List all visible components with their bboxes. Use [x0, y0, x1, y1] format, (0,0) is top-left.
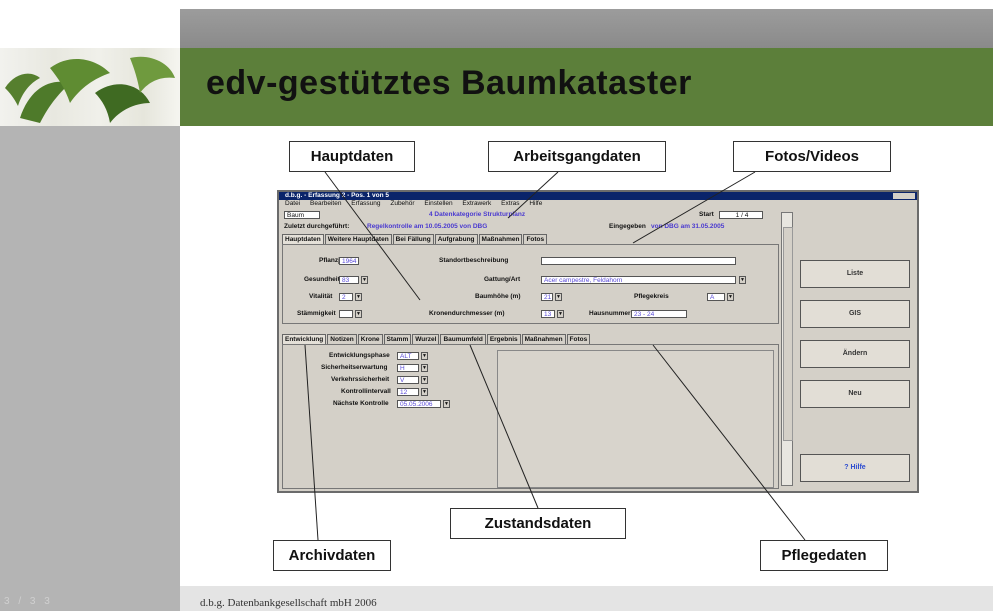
krone-dropdown-icon[interactable]: ▼: [557, 310, 564, 318]
sicherheit-label: Sicherheitserwartung: [321, 364, 388, 371]
detail-grid[interactable]: [497, 350, 774, 488]
menu-zubehoer[interactable]: Zubehör: [390, 200, 414, 207]
zuletzt-value: Regelkontrolle am 10.05.2005 von DBG: [367, 223, 488, 230]
callout-arbeitsgangdaten: Arbeitsgangdaten: [488, 141, 666, 172]
menu-extras[interactable]: Extras: [501, 200, 519, 207]
kontroll-label: Kontrollintervall: [341, 388, 391, 395]
gattung-label: Gattung/Art: [484, 276, 521, 283]
verkehr-dropdown-icon[interactable]: ▼: [421, 376, 428, 384]
naechste-dropdown-icon[interactable]: ▼: [443, 400, 450, 408]
gattung-field[interactable]: Acer campestre, Feldahorn: [541, 276, 736, 284]
sicherheit-field[interactable]: H: [397, 364, 419, 372]
staemmigkeit-field[interactable]: [339, 310, 353, 318]
start-label: Start: [699, 211, 714, 218]
staemmigkeit-label: Stämmigkeit: [297, 310, 336, 317]
entwicklungsphase-dropdown-icon[interactable]: ▼: [421, 352, 428, 360]
baumhoehe-dropdown-icon[interactable]: ▼: [555, 293, 562, 301]
vitalitaet-label: Vitalität: [309, 293, 333, 300]
window-controls[interactable]: [893, 193, 915, 199]
menu-bar: Datei Bearbeiten Erfassung Zubehör Einst…: [279, 200, 917, 208]
kontroll-field[interactable]: 12: [397, 388, 419, 396]
window-title: d.b.g. - Erfassung 2 - Pos. 1 von 5: [285, 192, 390, 199]
verkehr-field[interactable]: V: [397, 376, 419, 384]
entwicklungsphase-label: Entwicklungsphase: [329, 352, 390, 359]
record-count: 1 / 4: [719, 211, 763, 219]
callout-pflegedaten: Pflegedaten: [760, 540, 888, 571]
callout-fotos-videos: Fotos/Videos: [733, 141, 891, 172]
app-window: d.b.g. - Erfassung 2 - Pos. 1 von 5 Date…: [277, 190, 919, 493]
neu-button[interactable]: Neu: [800, 380, 910, 408]
callout-archivdaten: Archivdaten: [273, 540, 391, 571]
baumhoehe-field[interactable]: 21: [541, 293, 553, 301]
title-band: edv-gestütztes Baumkataster: [180, 48, 993, 126]
menu-hilfe[interactable]: Hilfe: [529, 200, 542, 207]
menu-datei[interactable]: Datei: [285, 200, 300, 207]
baumhoehe-label: Baumhöhe (m): [475, 293, 521, 300]
krone-field[interactable]: 13: [541, 310, 555, 318]
slide-title: edv-gestütztes Baumkataster: [206, 64, 692, 102]
staemmigkeit-dropdown-icon[interactable]: ▼: [355, 310, 362, 318]
vitalitaet-dropdown-icon[interactable]: ▼: [355, 293, 362, 301]
pflegekreis-label: Pflegekreis: [634, 293, 669, 300]
zuletzt-label: Zuletzt durchgeführt:: [284, 223, 350, 230]
krone-label: Kronendurchmesser (m): [429, 310, 505, 317]
baum-header: 4 Datenkategorie Strukturplanz: [429, 211, 526, 218]
page-indicator: 3 / 3 3: [4, 596, 53, 607]
slide-footer: d.b.g. Datenbankgesellschaft mbH 2006: [180, 586, 993, 611]
gattung-dropdown-icon[interactable]: ▼: [739, 276, 746, 284]
callout-hauptdaten: Hauptdaten: [289, 141, 415, 172]
pflegekreis-dropdown-icon[interactable]: ▼: [727, 293, 734, 301]
liste-button[interactable]: Liste: [800, 260, 910, 288]
gesundheit-label: Gesundheit: [304, 276, 340, 283]
aendern-button[interactable]: Ändern: [800, 340, 910, 368]
vertical-scrollbar[interactable]: [781, 212, 793, 486]
naechste-field[interactable]: 05.05.2006: [397, 400, 441, 408]
hausnummer-label: Hausnummer: [589, 310, 631, 317]
oak-leaves-image: [0, 48, 180, 126]
scrollbar-thumb[interactable]: [783, 227, 793, 441]
menu-extrawerk[interactable]: Extrawerk: [462, 200, 491, 207]
verkehr-label: Verkehrssicherheit: [331, 376, 390, 383]
entwicklungsphase-field[interactable]: ALT: [397, 352, 419, 360]
menu-einstellen[interactable]: Einstellen: [424, 200, 452, 207]
eingegeben-value: von DBG am 31.05.2005: [651, 223, 725, 230]
standort-field[interactable]: [541, 257, 736, 265]
pflanzjahr-field[interactable]: 1964: [339, 257, 359, 265]
sicherheit-dropdown-icon[interactable]: ▼: [421, 364, 428, 372]
hilfe-button[interactable]: ? Hilfe: [800, 454, 910, 482]
callout-zustandsdaten: Zustandsdaten: [450, 508, 626, 539]
vitalitaet-field[interactable]: 2: [339, 293, 353, 301]
hausnummer-field[interactable]: 23 - 24: [631, 310, 687, 318]
naechste-label: Nächste Kontrolle: [333, 400, 389, 407]
menu-erfassung[interactable]: Erfassung: [351, 200, 380, 207]
menu-bearbeiten[interactable]: Bearbeiten: [310, 200, 341, 207]
standort-label: Standortbeschreibung: [439, 257, 509, 264]
gesundheit-field[interactable]: 83: [339, 276, 359, 284]
sidebar-top: [0, 0, 180, 48]
detail-tabs: Entwicklung Notizen Krone Stamm Wurzel B…: [282, 334, 591, 345]
header-band: [180, 0, 993, 48]
baum-field[interactable]: Baum: [284, 211, 320, 219]
gesundheit-dropdown-icon[interactable]: ▼: [361, 276, 368, 284]
main-tabs: Hauptdaten Weitere Hauptdaten Bei Fällun…: [282, 234, 548, 245]
window-titlebar: d.b.g. - Erfassung 2 - Pos. 1 von 5: [279, 192, 917, 200]
pflegekreis-field[interactable]: A: [707, 293, 725, 301]
gis-button[interactable]: GIS: [800, 300, 910, 328]
footer-text: d.b.g. Datenbankgesellschaft mbH 2006: [200, 597, 377, 609]
kontroll-dropdown-icon[interactable]: ▼: [421, 388, 428, 396]
eingegeben-label: Eingegeben: [609, 223, 646, 230]
